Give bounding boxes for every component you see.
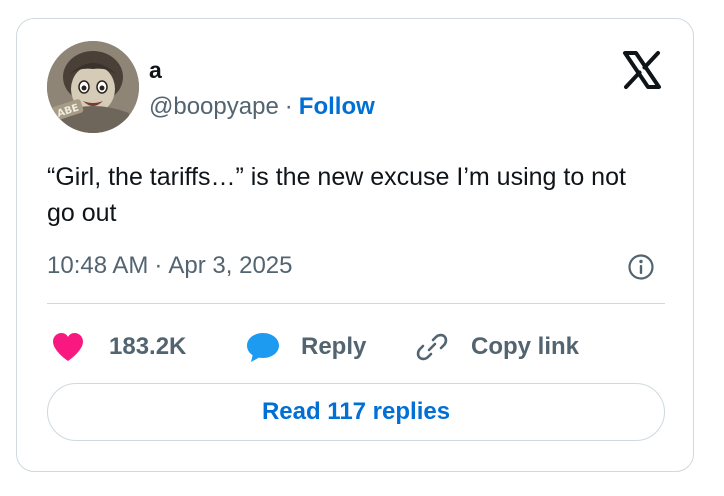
like-button[interactable]: 183.2K xyxy=(51,327,186,367)
avatar[interactable]: ABE xyxy=(47,41,139,133)
action-bar: 183.2K Reply Copy link xyxy=(47,327,667,367)
avatar-image: ABE xyxy=(47,41,139,133)
tweet-text: “Girl, the tariffs…” is the new excuse I… xyxy=(47,163,626,227)
copy-link-button[interactable]: Copy link xyxy=(415,327,579,367)
handle-line: @boopyape · Follow xyxy=(149,93,375,121)
divider xyxy=(47,303,665,304)
read-replies-button[interactable]: Read 117 replies xyxy=(47,383,665,441)
info-icon[interactable] xyxy=(627,253,655,281)
copy-link-label: Copy link xyxy=(471,333,580,360)
follow-button[interactable]: Follow xyxy=(299,93,375,120)
author-handle[interactable]: @boopyape xyxy=(149,93,279,120)
speech-bubble-icon xyxy=(247,333,279,362)
reply-button[interactable]: Reply xyxy=(245,327,366,367)
handle-separator: · xyxy=(284,93,293,120)
timestamp-separator: · xyxy=(154,252,163,279)
tweet-time: 10:48 AM xyxy=(47,252,149,279)
reply-label: Reply xyxy=(301,333,367,360)
author-name[interactable]: a xyxy=(149,57,162,83)
like-count: 183.2K xyxy=(109,333,187,360)
link-icon xyxy=(416,333,448,361)
tweet-timestamp[interactable]: 10:48 AM · Apr 3, 2025 xyxy=(47,251,293,281)
tweet-date: Apr 3, 2025 xyxy=(168,252,293,279)
x-logo-icon[interactable] xyxy=(621,49,663,91)
tweet-card: ABE a @boopyape · Follow “Girl, the tariff… xyxy=(16,18,694,472)
heart-icon xyxy=(53,333,83,361)
